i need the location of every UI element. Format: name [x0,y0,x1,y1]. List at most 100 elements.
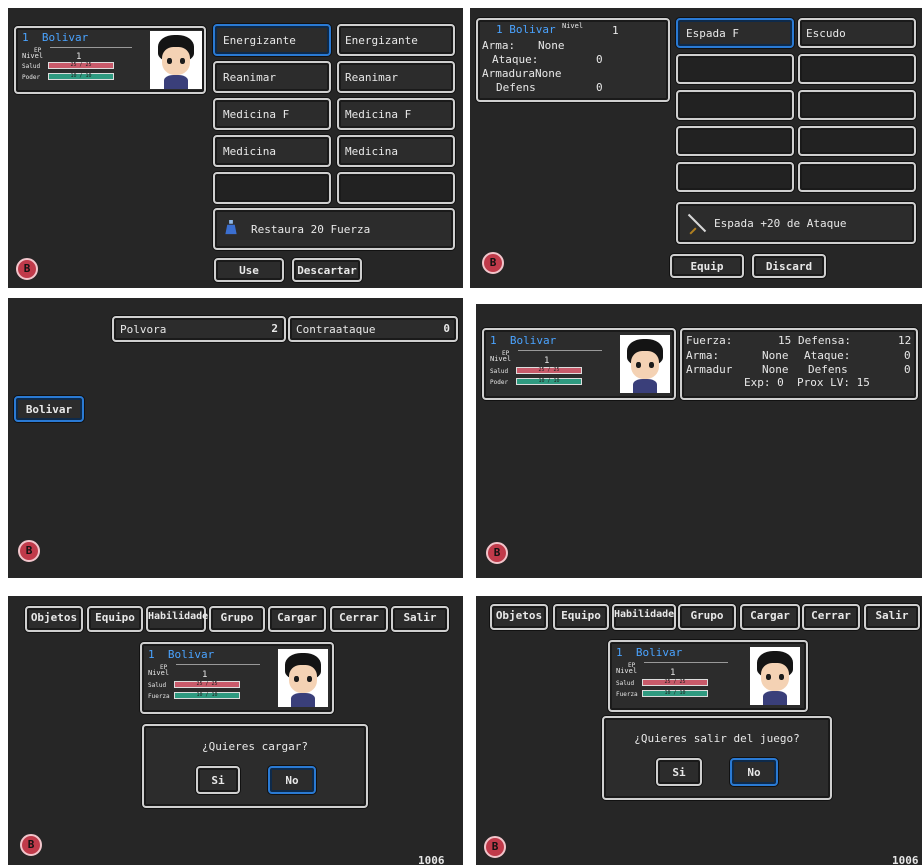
tab-objetos[interactable]: Objetos [25,606,83,632]
use-button[interactable]: Use [214,258,284,282]
yes-button[interactable]: Si [656,758,702,786]
item-slot[interactable]: Medicina [213,135,331,167]
equip-slot-empty[interactable] [798,90,916,120]
equip-slot[interactable]: Escudo [798,18,916,48]
party-member-button[interactable]: Bolivar [14,396,84,422]
equip-slot-empty[interactable] [676,126,794,156]
equip-slot-empty[interactable] [798,126,916,156]
tab-equipo[interactable]: Equipo [553,604,609,630]
item-slot[interactable]: Energizante [337,24,455,56]
hero-stats-panel: Fuerza: 15 Defensa: 12 Arma: None Ataque… [680,328,918,400]
quit-confirm-screen: Objetos Equipo Habilidade Grupo Cargar C… [476,596,922,865]
mp-label: Poder [490,379,509,386]
mp-label: Poder [22,74,41,81]
item-slot[interactable]: Medicina [337,135,455,167]
tab-grupo[interactable]: Grupo [678,604,736,630]
party-screen: 1 Bolivar EP Nivel 1 Salud 25 / 25 Poder… [476,304,922,578]
hero-name: 1 Bolivar [148,648,215,661]
confirm-dialog: ¿Quieres salir del juego? Si No [602,716,832,800]
tab-objetos[interactable]: Objetos [490,604,548,630]
xp-bar [176,664,260,665]
hp-label: Salud [490,368,509,375]
hero-stats-card[interactable]: 1 Bolivar Nivel 1 Arma: None Ataque: 0 A… [476,18,670,102]
hero-portrait [750,647,800,705]
equip-slot-empty[interactable] [676,90,794,120]
discard-button[interactable]: Descartar [292,258,362,282]
xp-bar [518,350,602,351]
items-screen: 1 Bolivar EP Nivel 1 Salud 25 / 25 Poder… [8,8,463,288]
tab-salir[interactable]: Salir [864,604,920,630]
hero-name: 1 Bolivar [496,23,556,36]
level-value: 1 [76,52,82,62]
load-confirm-screen: Objetos Equipo Habilidade Grupo Cargar C… [8,596,463,865]
hero-card[interactable]: 1 Bolivar EP Nivel 1 Salud 25 / 25 Poder… [14,26,206,94]
level-label: Nivel [148,669,170,677]
tab-habilidades[interactable]: Habilidade [146,606,208,632]
yes-button[interactable]: Si [196,766,240,794]
skill-slot[interactable]: Contraataque 0 [288,316,458,342]
back-b-icon[interactable]: B [486,542,508,564]
skill-slot[interactable]: Polvora 2 [112,316,286,342]
counter-text: 1006 [892,854,919,865]
hero-card[interactable]: 1 Bolivar EP Nivel 1 Salud 25 / 25 Poder… [482,328,676,400]
dialog-question: ¿Quieres salir del juego? [634,732,800,745]
item-slot[interactable]: Medicina F [337,98,455,130]
equip-description: Espada +20 de Ataque [676,202,916,244]
hp-bar: 25 / 25 [48,62,114,69]
tab-habilidades[interactable]: Habilidade [612,604,676,630]
back-b-icon[interactable]: B [484,836,506,858]
back-b-icon[interactable]: B [18,540,40,562]
hp-bar: 25 / 25 [642,679,708,686]
tab-cargar[interactable]: Cargar [740,604,800,630]
hp-label: Salud [22,63,41,70]
hp-bar: 25 / 25 [174,681,240,688]
potion-icon [225,220,237,235]
no-button[interactable]: No [268,766,316,794]
level-label: Nivel [616,667,638,675]
item-slot[interactable]: Reanimar [213,61,331,93]
tab-salir[interactable]: Salir [391,606,449,632]
mp-bar: 10 / 10 [516,378,582,385]
equip-slot-empty[interactable] [676,162,794,192]
level-value: 1 [544,356,550,366]
hero-portrait [150,31,202,89]
hero-name: 1 Bolivar [22,31,89,44]
item-description: Restaura 20 Fuerza [213,208,455,250]
level-value: 1 [670,668,676,678]
equip-button[interactable]: Equip [670,254,744,278]
equip-slot-empty[interactable] [798,54,916,84]
skills-screen: Polvora 2 Contraataque 0 Bolivar B [8,298,463,578]
back-b-icon[interactable]: B [16,258,38,280]
level-value: 1 [612,24,619,37]
tab-grupo[interactable]: Grupo [209,606,265,632]
discard-button[interactable]: Discard [752,254,826,278]
hero-card[interactable]: 1 Bolivar EP Nivel 1 Salud 25 / 25 Fuerz… [140,642,334,714]
hero-portrait [278,649,328,707]
item-slot-empty[interactable] [337,172,455,204]
item-slot-empty[interactable] [213,172,331,204]
hero-card[interactable]: 1 Bolivar EP Nivel 1 Salud 25 / 25 Fuerz… [608,640,808,712]
tab-equipo[interactable]: Equipo [87,606,143,632]
level-label: Nivel [490,355,512,363]
mp-bar: 10 / 10 [642,690,708,697]
equip-slot-empty[interactable] [676,54,794,84]
item-slot[interactable]: Energizante [213,24,331,56]
item-slot[interactable]: Reanimar [337,61,455,93]
level-value: 1 [202,670,208,680]
equip-slot[interactable]: Espada F [676,18,794,48]
counter-text: 1006 [418,854,445,865]
item-slot[interactable]: Medicina F [213,98,331,130]
equip-slot-empty[interactable] [798,162,916,192]
tab-cerrar[interactable]: Cerrar [802,604,860,630]
xp-bar [644,662,728,663]
xp-bar [50,47,132,48]
back-b-icon[interactable]: B [20,834,42,856]
dialog-question: ¿Quieres cargar? [202,740,308,753]
tab-cerrar[interactable]: Cerrar [330,606,388,632]
level-label: Nivel [562,22,584,30]
no-button[interactable]: No [730,758,778,786]
level-label: Nivel [22,52,44,60]
tab-cargar[interactable]: Cargar [268,606,326,632]
back-b-icon[interactable]: B [482,252,504,274]
mp-bar: 10 / 10 [174,692,240,699]
